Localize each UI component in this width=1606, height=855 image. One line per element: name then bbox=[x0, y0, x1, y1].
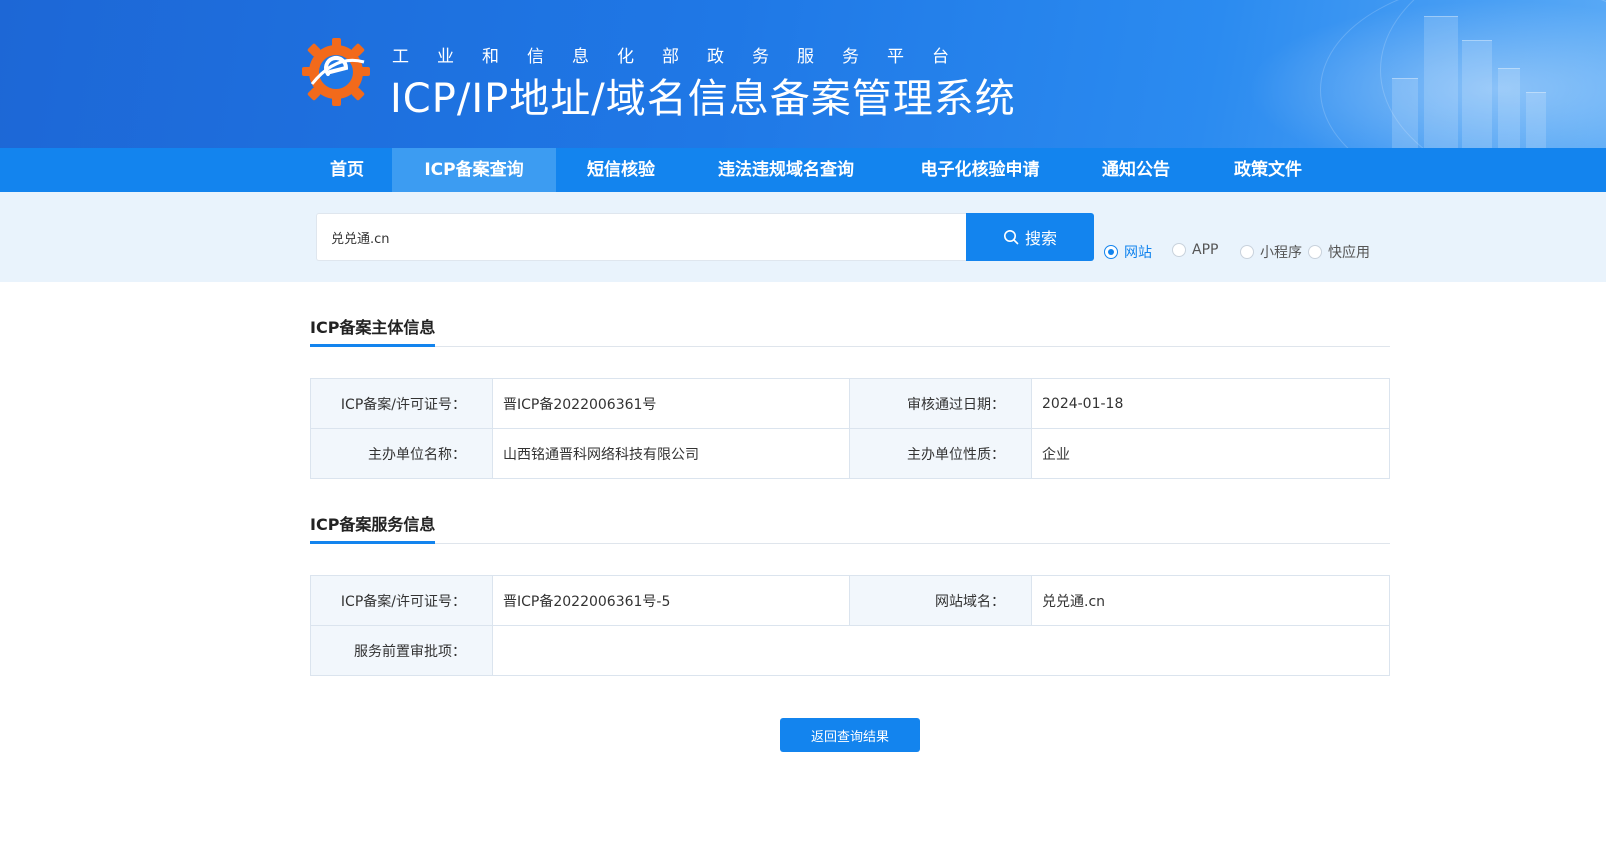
cell-value bbox=[492, 625, 1390, 676]
cell-value: 企业 bbox=[1031, 428, 1390, 479]
cell-key: 服务前置审批项： bbox=[310, 625, 493, 676]
nav-item-policy[interactable]: 政策文件 bbox=[1222, 148, 1314, 192]
radio-quick-app[interactable]: 快应用 bbox=[1308, 242, 1370, 262]
miit-logo-icon bbox=[302, 38, 370, 106]
table-row: ICP备案/许可证号： 晋ICP备2022006361号 审核通过日期： 202… bbox=[310, 378, 1390, 429]
subject-section-header: ICP备案主体信息 bbox=[310, 314, 1390, 347]
cell-key: 审核通过日期： bbox=[849, 378, 1032, 429]
service-section-title: ICP备案服务信息 bbox=[310, 511, 436, 544]
search-icon bbox=[1003, 230, 1019, 245]
nav-item-home[interactable]: 首页 bbox=[314, 148, 380, 192]
radio-unchecked-icon bbox=[1308, 245, 1322, 259]
radio-app[interactable]: APP bbox=[1172, 242, 1218, 258]
cell-key: 主办单位性质： bbox=[849, 428, 1032, 479]
cell-value: 山西铭通晋科网络科技有限公司 bbox=[492, 428, 850, 479]
subject-info-table: ICP备案/许可证号： 晋ICP备2022006361号 审核通过日期： 202… bbox=[310, 378, 1390, 479]
search-input[interactable] bbox=[316, 213, 968, 261]
platform-subtitle: 工业和信息化部政务服务平台 bbox=[392, 47, 977, 67]
cell-key: 主办单位名称： bbox=[310, 428, 493, 479]
nav-item-sms-verify[interactable]: 短信核验 bbox=[576, 148, 666, 192]
cell-key: ICP备案/许可证号： bbox=[310, 575, 493, 626]
cell-value: 晋ICP备2022006361号 bbox=[492, 378, 850, 429]
main-nav: 首页 ICP备案查询 短信核验 违法违规域名查询 电子化核验申请 通知公告 政策… bbox=[0, 148, 1606, 192]
radio-mini-program[interactable]: 小程序 bbox=[1240, 242, 1302, 262]
nav-item-icp-query[interactable]: ICP备案查询 bbox=[392, 148, 556, 192]
search-button[interactable]: 搜索 bbox=[966, 213, 1094, 261]
nav-item-notices[interactable]: 通知公告 bbox=[1090, 148, 1182, 192]
radio-unchecked-icon bbox=[1172, 243, 1186, 257]
table-row: ICP备案/许可证号： 晋ICP备2022006361号-5 网站域名： 兑兑通… bbox=[310, 575, 1390, 626]
radio-checked-icon bbox=[1104, 245, 1118, 259]
radio-website[interactable]: 网站 bbox=[1104, 242, 1152, 262]
service-section-header: ICP备案服务信息 bbox=[310, 511, 1390, 544]
cell-value: 兑兑通.cn bbox=[1031, 575, 1390, 626]
cell-key: ICP备案/许可证号： bbox=[310, 378, 493, 429]
service-info-table: ICP备案/许可证号： 晋ICP备2022006361号-5 网站域名： 兑兑通… bbox=[310, 575, 1390, 676]
table-row: 服务前置审批项： bbox=[310, 625, 1390, 676]
search-button-label: 搜索 bbox=[1024, 229, 1057, 248]
table-row: 主办单位名称： 山西铭通晋科网络科技有限公司 主办单位性质： 企业 bbox=[310, 428, 1390, 479]
nav-item-e-verify[interactable]: 电子化核验申请 bbox=[908, 148, 1052, 192]
radio-unchecked-icon bbox=[1240, 245, 1254, 259]
nav-item-illegal-domain[interactable]: 违法违规域名查询 bbox=[706, 148, 866, 192]
header-banner: 工业和信息化部政务服务平台 ICP/IP地址/域名信息备案管理系统 bbox=[0, 0, 1606, 148]
subject-section-title: ICP备案主体信息 bbox=[310, 314, 436, 347]
back-to-results-button[interactable]: 返回查询结果 bbox=[780, 718, 920, 752]
cell-value: 晋ICP备2022006361号-5 bbox=[492, 575, 850, 626]
cell-value: 2024-01-18 bbox=[1031, 378, 1390, 429]
page-title: ICP/IP地址/域名信息备案管理系统 bbox=[390, 76, 1016, 122]
cell-key: 网站域名： bbox=[849, 575, 1032, 626]
